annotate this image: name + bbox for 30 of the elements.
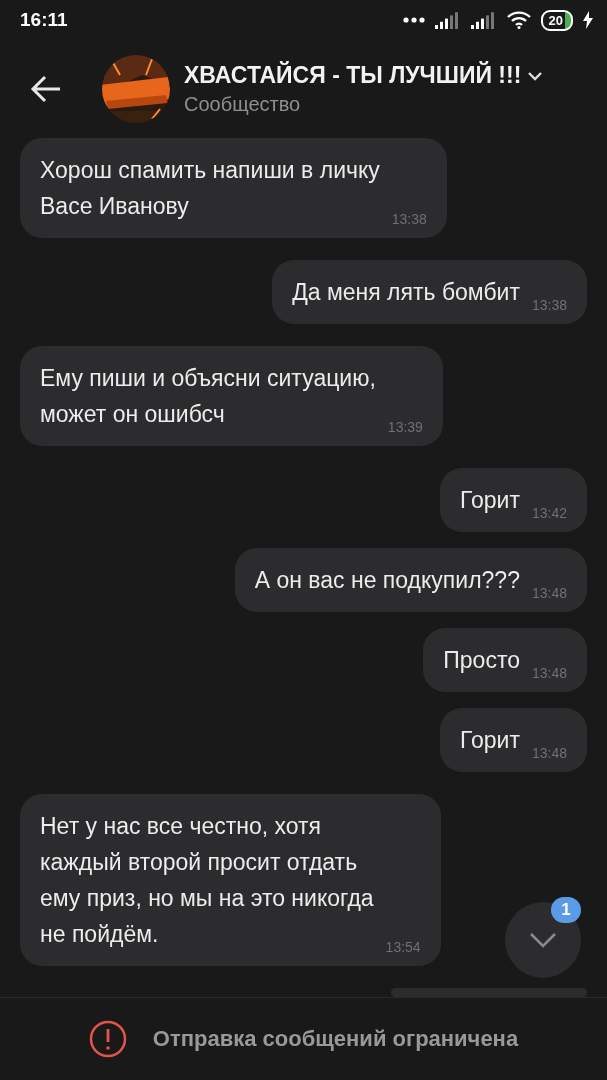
- message-time: 13:42: [531, 506, 567, 520]
- message-text: Просто: [443, 646, 520, 675]
- message-time: 13:38: [391, 212, 427, 226]
- restriction-notice: Отправка сообщений ограничена: [152, 1026, 519, 1052]
- signal-icon: [434, 11, 461, 29]
- wifi-icon: [506, 11, 531, 29]
- unread-badge: 1: [551, 897, 581, 923]
- battery-indicator: 20: [540, 9, 573, 31]
- message-text: Горит: [460, 486, 520, 515]
- message-time: 13:48: [531, 586, 567, 600]
- signal-icon: [470, 11, 497, 29]
- chat-subtitle: Сообщество: [184, 93, 302, 116]
- bolt-icon: [583, 11, 593, 29]
- dots-icon: [402, 17, 425, 23]
- status-time: 16:11: [20, 9, 68, 31]
- message-text: Горит: [460, 726, 520, 755]
- chevron-down-icon: [529, 932, 557, 948]
- message-time: 13:48: [531, 746, 567, 760]
- message-time: 13:39: [387, 420, 423, 434]
- message-text: Ему пиши и объясни ситуацию, может он ошибсч: [40, 364, 376, 429]
- message-text: Нет у нас все честно, хотя каждый второй просит отдать ему приз, но мы на это никогда не пойдём.: [40, 812, 374, 949]
- warning-icon: [88, 1020, 127, 1058]
- message-text: Да меня лять бомбит: [292, 278, 520, 307]
- message-time: 13:38: [531, 298, 567, 312]
- message-text: А он вас не подкупил???: [254, 566, 520, 595]
- chat-title: ХВАСТАЙСЯ - ТЫ ЛУЧШИЙ !!!: [184, 62, 522, 89]
- message-time: 13:54: [385, 940, 421, 954]
- message-text: Хорош спамить напиши в личку Васе Иванову: [40, 156, 380, 221]
- chevron-down-icon[interactable]: [527, 70, 544, 81]
- message-time: 13:48: [531, 666, 567, 680]
